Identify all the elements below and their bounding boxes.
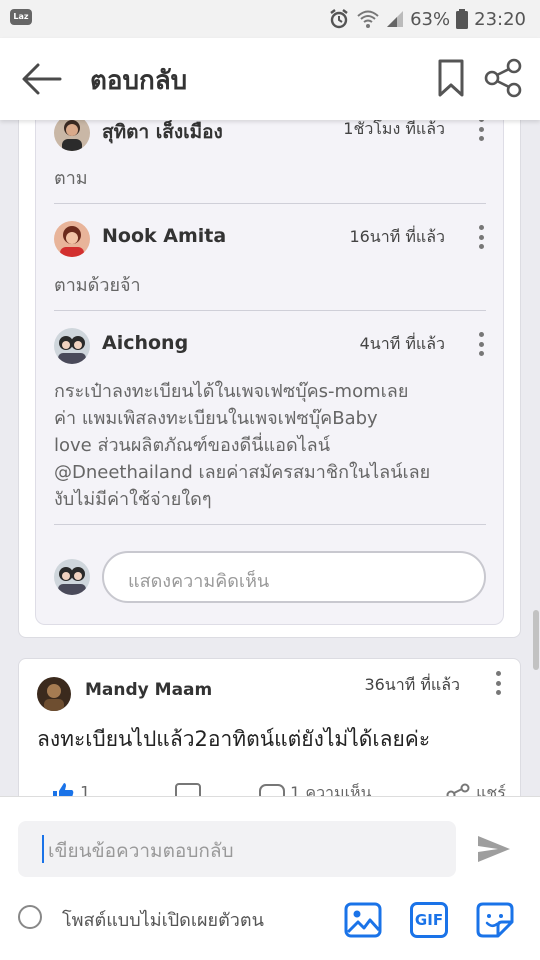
comment-input-placeholder: แสดงความคิดเห็น (128, 571, 270, 592)
anonymous-post-label[interactable]: โพสต์แบบไม่เปิดเผยตัวตน (62, 905, 264, 934)
comment-actions: 1 1 ความเห็น แชร์ (37, 781, 507, 796)
avatar[interactable] (54, 328, 90, 364)
reply-input-placeholder: เขียนข้อความตอบกลับ (48, 840, 234, 862)
comment-input[interactable]: แสดงความคิดเห็น (102, 551, 486, 603)
reply-item: Aichong 4นาที ที่แล้ว กระเป๋าลงทะเบียนได… (36, 318, 505, 528)
reply-text: ตาม (54, 168, 88, 189)
lazada-app-icon: Laz (10, 9, 32, 25)
send-button[interactable] (476, 833, 512, 865)
reply-author[interactable]: Nook Amita (102, 225, 226, 247)
image-icon (344, 902, 382, 938)
status-bar: Laz 63% 23:20 (0, 0, 540, 38)
signal-icon (387, 11, 404, 27)
reply-compose-bar: เขียนข้อความตอบกลับ โพสต์แบบไม่เปิดเผยตั… (0, 796, 540, 960)
reply-author[interactable]: Aichong (102, 332, 188, 354)
text-cursor (42, 835, 44, 863)
scrollbar-thumb[interactable] (533, 610, 539, 670)
comment-text: ลงทะเบียนไปแล้ว2อาทิตน์แต่ยังไม่ได้เลยค่… (37, 727, 431, 751)
sticker-icon (476, 902, 514, 938)
share-icon (446, 783, 470, 796)
battery-icon (456, 9, 469, 29)
comment-count-button[interactable]: 1 ความเห็น (259, 781, 372, 796)
top-app-bar: ตอบกลับ (0, 38, 540, 120)
comment-time: 36นาที ที่แล้ว (364, 675, 460, 694)
reply-thread: สุทิตา เส็งเมือง 1ชั่วโมง ที่แล้ว ตาม No… (35, 120, 504, 625)
arrow-left-icon (22, 63, 62, 95)
share-button[interactable] (484, 58, 524, 98)
photo-icon-action[interactable] (175, 781, 201, 796)
share-action-button[interactable]: แชร์ (445, 781, 506, 796)
add-gif-button[interactable]: GIF (410, 902, 448, 938)
avatar[interactable] (54, 221, 90, 257)
anonymous-post-radio[interactable] (18, 905, 42, 929)
divider (54, 203, 486, 204)
send-icon (478, 836, 510, 862)
back-button[interactable] (20, 60, 64, 98)
reply-item: Nook Amita 16นาที ที่แล้ว ตามด้วยจ้า (36, 211, 505, 311)
clock: 23:20 (474, 8, 526, 30)
comment-card: สุทิตา เส็งเมือง 1ชั่วโมง ที่แล้ว ตาม No… (18, 120, 521, 638)
avatar[interactable] (54, 120, 90, 151)
more-options-button[interactable] (475, 330, 487, 358)
page-title: ตอบกลับ (90, 66, 188, 96)
more-options-button[interactable] (475, 223, 487, 251)
add-image-button[interactable] (344, 902, 382, 938)
status-indicators: 63% 23:20 (328, 6, 526, 32)
like-button[interactable]: 1 (51, 781, 90, 796)
photo-icon (175, 783, 201, 796)
reply-item: สุทิตา เส็งเมือง 1ชั่วโมง ที่แล้ว ตาม (36, 120, 505, 203)
reply-time: 16นาที ที่แล้ว (349, 227, 445, 246)
comment-card: Mandy Maam 36นาที ที่แล้ว ลงทะเบียนไปแล้… (18, 658, 521, 796)
divider (54, 524, 486, 525)
battery-percent: 63% (410, 8, 451, 30)
wifi-icon (357, 10, 379, 28)
share-icon (484, 58, 522, 98)
reply-text: กระเป๋าลงทะเบียนได้ในเพจเฟซบุ๊คs-momเลย … (54, 381, 431, 510)
share-label: แชร์ (476, 783, 506, 796)
reply-time: 1ชั่วโมง ที่แล้ว (343, 120, 445, 138)
bookmark-button[interactable] (436, 58, 466, 98)
like-count: 1 (80, 782, 91, 797)
comment-bubble-icon (259, 783, 285, 796)
reply-time: 4นาที ที่แล้ว (359, 334, 445, 353)
bookmark-icon (438, 59, 464, 97)
divider (54, 310, 486, 311)
current-user-avatar (54, 559, 90, 595)
more-options-button[interactable] (475, 120, 487, 143)
comment-feed[interactable]: สุทิตา เส็งเมือง 1ชั่วโมง ที่แล้ว ตาม No… (0, 120, 540, 796)
comment-count-label: 1 ความเห็น (290, 783, 372, 796)
comment-author[interactable]: Mandy Maam (85, 680, 212, 700)
reply-input[interactable]: เขียนข้อความตอบกลับ (18, 821, 456, 877)
reply-author[interactable]: สุทิตา เส็งเมือง (102, 120, 223, 147)
reply-text: ตามด้วยจ้า (54, 275, 141, 296)
more-options-button[interactable] (492, 669, 504, 697)
add-sticker-button[interactable] (476, 902, 514, 938)
avatar[interactable] (37, 677, 71, 711)
thumbs-up-icon (53, 783, 74, 796)
alarm-icon (330, 9, 348, 29)
